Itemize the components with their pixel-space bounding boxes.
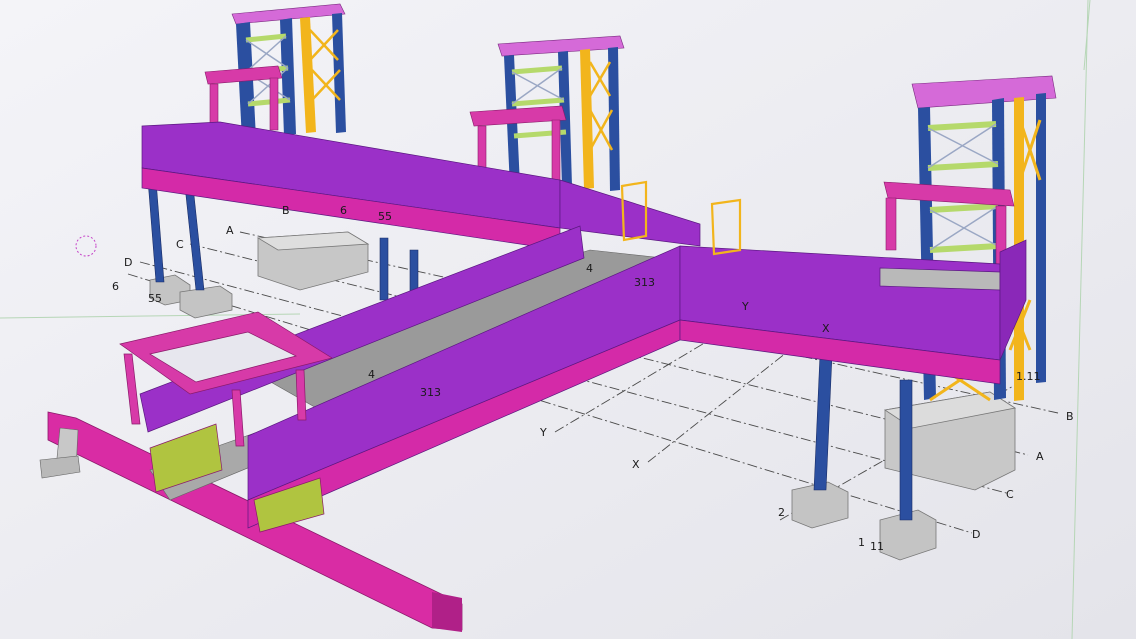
label-grid-a-top: A [226,224,234,237]
label-grid-x-low: X [632,458,640,471]
label-six-mid: 6 [340,204,347,217]
label-grid-d-right: D [972,528,980,541]
label-grid-y-top: Y [741,300,749,313]
label-eleven-low: 11 [870,540,884,553]
bridge-3d-model[interactable]: B A C D 6 6 55 55 4 4 313 313 Y X Y X B … [0,0,1136,639]
label-five-mid: 55 [378,210,392,223]
label-three-a: 313 [634,276,655,289]
label-grid-d-top: D [124,256,132,269]
label-four-a: 4 [586,262,593,275]
model-viewport[interactable]: B A C D 6 6 55 55 4 4 313 313 Y X Y X B … [0,0,1136,639]
label-three-b: 313 [420,386,441,399]
label-eleven-top: 1.11 [1016,370,1041,383]
label-four-b: 4 [368,368,375,381]
label-grid-c-top: C [176,238,184,251]
label-one-low: 1 [858,536,865,549]
label-grid-b-top: B [282,204,290,217]
label-grid-c-right: C [1006,488,1014,501]
label-grid-y-low: Y [539,426,547,439]
label-grid-x-top: X [822,322,830,335]
label-two: 2 [778,506,785,519]
label-grid-b-right: B [1066,410,1074,423]
label-six-left: 6 [112,280,119,293]
label-five-left: 55 [148,292,162,305]
label-grid-a-right: A [1036,450,1044,463]
